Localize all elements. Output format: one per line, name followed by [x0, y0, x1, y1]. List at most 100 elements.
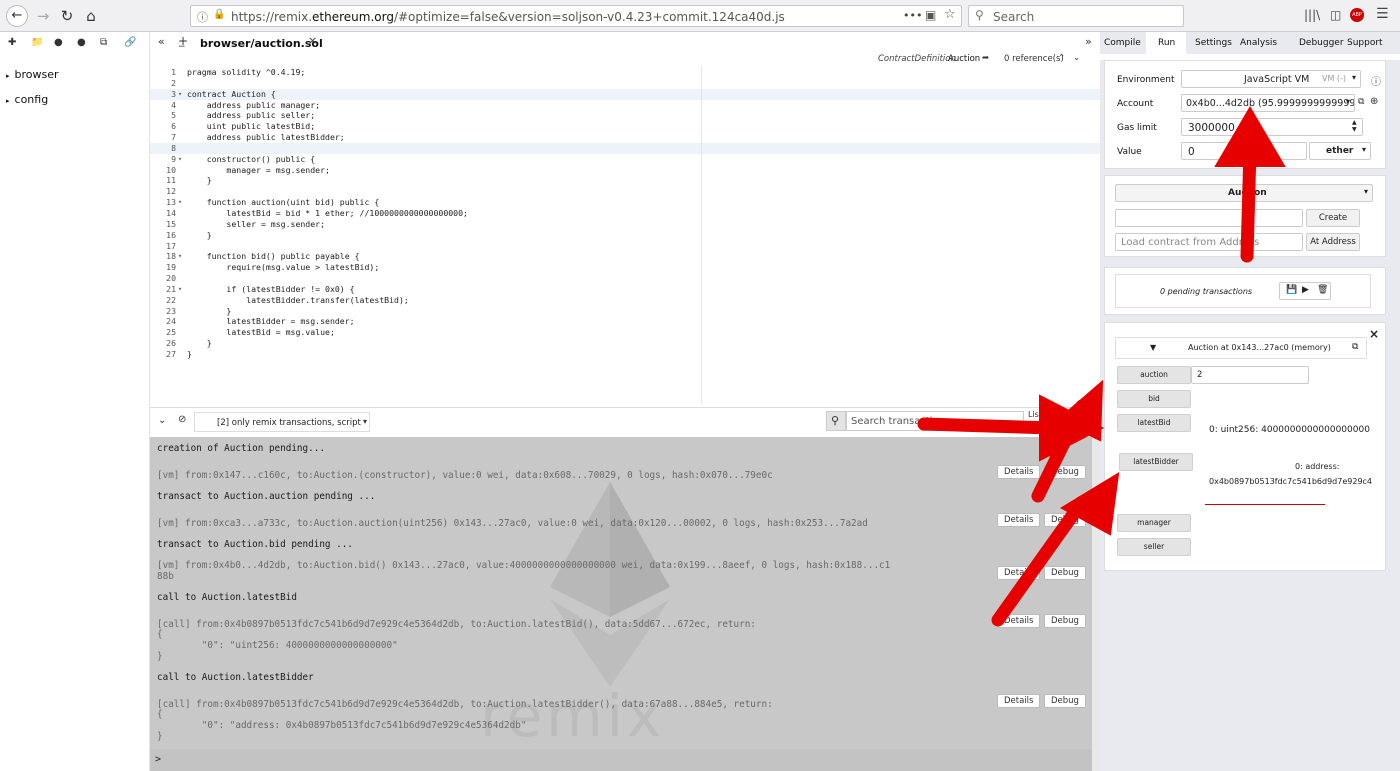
bookmark-star-icon[interactable]: ☆	[944, 7, 956, 22]
code-line[interactable]: 7 address public latestBidder;	[150, 132, 1100, 143]
tab-settings[interactable]: Settings	[1195, 38, 1232, 48]
code-line[interactable]: 2	[150, 78, 1100, 89]
code-line[interactable]: 13 ▾ function auction(uint bid) public {	[150, 197, 1100, 208]
code-line[interactable]: 14 latestBid = bid * 1 ether; //10000000…	[150, 208, 1100, 219]
hamburger-menu-icon[interactable]: ☰	[1376, 6, 1389, 22]
collapse-left-icon[interactable]: «	[158, 35, 165, 48]
close-tab-icon[interactable]: ×	[308, 34, 317, 47]
code-line[interactable]: 24 latestBidder = msg.sender;	[150, 316, 1100, 327]
tab-analysis[interactable]: Analysis	[1240, 38, 1277, 48]
new-file-icon[interactable]: ✚	[8, 37, 16, 48]
details-button[interactable]: Details	[997, 694, 1041, 708]
tab-debugger[interactable]: Debugger	[1299, 38, 1344, 48]
code-line[interactable]: 15 seller = msg.sender;	[150, 219, 1100, 230]
code-line[interactable]: 3 ▾ contract Auction {	[150, 88, 1100, 100]
github-icon[interactable]: ●	[54, 37, 63, 48]
details-button[interactable]: Details	[997, 513, 1041, 527]
code-line[interactable]: 21 ▾ if (latestBidder != 0x0) {	[150, 284, 1100, 295]
terminal-input[interactable]: >	[150, 749, 1092, 771]
code-line[interactable]: 26 }	[150, 338, 1100, 349]
gas-limit-input[interactable]: 3000000 ▲ ▼	[1181, 118, 1363, 136]
code-line[interactable]: 16 }	[150, 230, 1100, 241]
account-select[interactable]: 0x4b0...4d2db (95.99999999999995 ▾	[1181, 94, 1355, 112]
tree-item-browser[interactable]: ▸ browser	[6, 68, 59, 81]
tab-compile[interactable]: Compile	[1104, 38, 1141, 48]
trash-icon[interactable]: 🗑	[1317, 285, 1328, 295]
chevron-down-icon[interactable]: ⌄	[1073, 53, 1080, 63]
library-icon[interactable]: |||\	[1304, 8, 1320, 22]
clear-terminal-icon[interactable]: ⊘	[178, 414, 186, 425]
listen-label[interactable]: Listen	[1028, 410, 1052, 419]
home-icon[interactable]: ⌂	[80, 5, 102, 27]
collapse-right-icon[interactable]: »	[1085, 35, 1092, 48]
tab-auction-sol[interactable]: browser/auction.sol ×	[194, 32, 323, 52]
gist-icon[interactable]: ●	[77, 37, 86, 48]
stepper-icon[interactable]: ▲ ▼	[1352, 119, 1357, 133]
environment-select[interactable]: JavaScript VM VM (-) ▾	[1181, 70, 1361, 88]
auction-arg-input[interactable]: 2	[1191, 366, 1309, 384]
link-icon[interactable]: 🔗	[124, 37, 136, 48]
code-line[interactable]: 20	[150, 273, 1100, 284]
terminal-search-input[interactable]: Search transactions	[846, 411, 1024, 431]
fold-toggle-icon[interactable]: ▾	[178, 89, 182, 100]
details-button[interactable]: Details	[997, 614, 1041, 628]
details-button[interactable]: Details	[997, 465, 1041, 479]
load-address-input[interactable]: Load contract from Address	[1115, 233, 1303, 251]
contract-select[interactable]: Auction ▾	[1115, 184, 1373, 202]
browser-search-field[interactable]: ⚲ Search	[968, 5, 1184, 27]
auction-function-button[interactable]: auction	[1117, 366, 1191, 384]
debug-button[interactable]: Debug	[1044, 566, 1086, 580]
fold-toggle-icon[interactable]: ▾	[178, 154, 182, 165]
terminal-scrollbar[interactable]	[1092, 437, 1100, 771]
instance-header[interactable]: ▼ Auction at 0x143...27ac0 (memory) ⧉	[1115, 337, 1367, 359]
back-icon[interactable]: ←	[6, 5, 28, 27]
debug-button[interactable]: Debug	[1044, 513, 1086, 527]
debug-button[interactable]: Debug	[1044, 614, 1086, 628]
code-line[interactable]: 23 }	[150, 306, 1100, 317]
code-line[interactable]: 8	[150, 142, 1100, 154]
toggle-terminal-icon[interactable]: ⌄	[158, 415, 166, 426]
copy-address-icon[interactable]: ⧉	[1358, 97, 1364, 107]
tree-item-config[interactable]: ▸ config	[6, 93, 48, 106]
debug-button[interactable]: Debug	[1044, 694, 1086, 708]
code-editor[interactable]: ContractDefinition Auction ➦ 0 reference…	[150, 52, 1100, 404]
copy-instance-address-icon[interactable]: ⧉	[1352, 342, 1358, 352]
reload-icon[interactable]: ↻	[56, 5, 78, 27]
code-line[interactable]: 11 }	[150, 175, 1100, 186]
copy-icon[interactable]: ⧉	[100, 37, 107, 48]
goto-definition-icon[interactable]: ➦	[982, 53, 989, 63]
contract-definition-name[interactable]: Auction	[948, 54, 980, 64]
code-line[interactable]: 1 pragma solidity ^0.4.19;	[150, 67, 1100, 78]
zoom-out-icon[interactable]: −	[178, 42, 186, 52]
open-folder-icon[interactable]: 📁	[31, 37, 43, 48]
at-address-button[interactable]: At Address	[1306, 233, 1360, 251]
address-bar[interactable]: ⓘ 🔒 https://remix.ethereum.org/#optimize…	[190, 5, 962, 27]
chevron-up-icon[interactable]: ⌃	[1058, 53, 1065, 63]
close-instance-icon[interactable]: ×	[1369, 327, 1379, 341]
manager-button[interactable]: manager	[1117, 514, 1191, 532]
pocket-icon[interactable]: ▣	[925, 8, 936, 22]
page-actions-icon[interactable]: •••	[903, 9, 922, 22]
bid-function-button[interactable]: bid	[1117, 390, 1191, 408]
constructor-args-input[interactable]	[1115, 209, 1303, 227]
code-line[interactable]: 6 uint public latestBid;	[150, 121, 1100, 132]
terminal-filter-dropdown[interactable]: [2] only remix transactions, script ▾	[194, 412, 370, 432]
code-line[interactable]: 27}	[150, 349, 1100, 360]
add-account-icon[interactable]: ⊕	[1370, 96, 1378, 107]
adblock-icon[interactable]: ABP	[1350, 8, 1364, 22]
code-line[interactable]: 4 address public manager;	[150, 100, 1100, 111]
code-line[interactable]: 5 address public seller;	[150, 110, 1100, 121]
code-line[interactable]: 12	[150, 186, 1100, 197]
tab-run[interactable]: Run	[1146, 32, 1186, 54]
sidebar-icon[interactable]: ◫	[1330, 8, 1341, 22]
code-line[interactable]: 25 latestBid = msg.value;	[150, 327, 1100, 338]
fold-toggle-icon[interactable]: ▾	[178, 197, 182, 208]
forward-icon[interactable]: →	[32, 5, 54, 27]
value-input[interactable]: 0	[1181, 142, 1307, 160]
value-unit-select[interactable]: ether ▾	[1309, 142, 1371, 160]
code-line[interactable]: 18 ▾ function bid() public payable {	[150, 251, 1100, 262]
details-button[interactable]: Details	[997, 566, 1041, 580]
fold-toggle-icon[interactable]: ▾	[178, 251, 182, 262]
fold-toggle-icon[interactable]: ▾	[178, 284, 182, 295]
latest-bid-button[interactable]: latestBid	[1117, 414, 1191, 432]
